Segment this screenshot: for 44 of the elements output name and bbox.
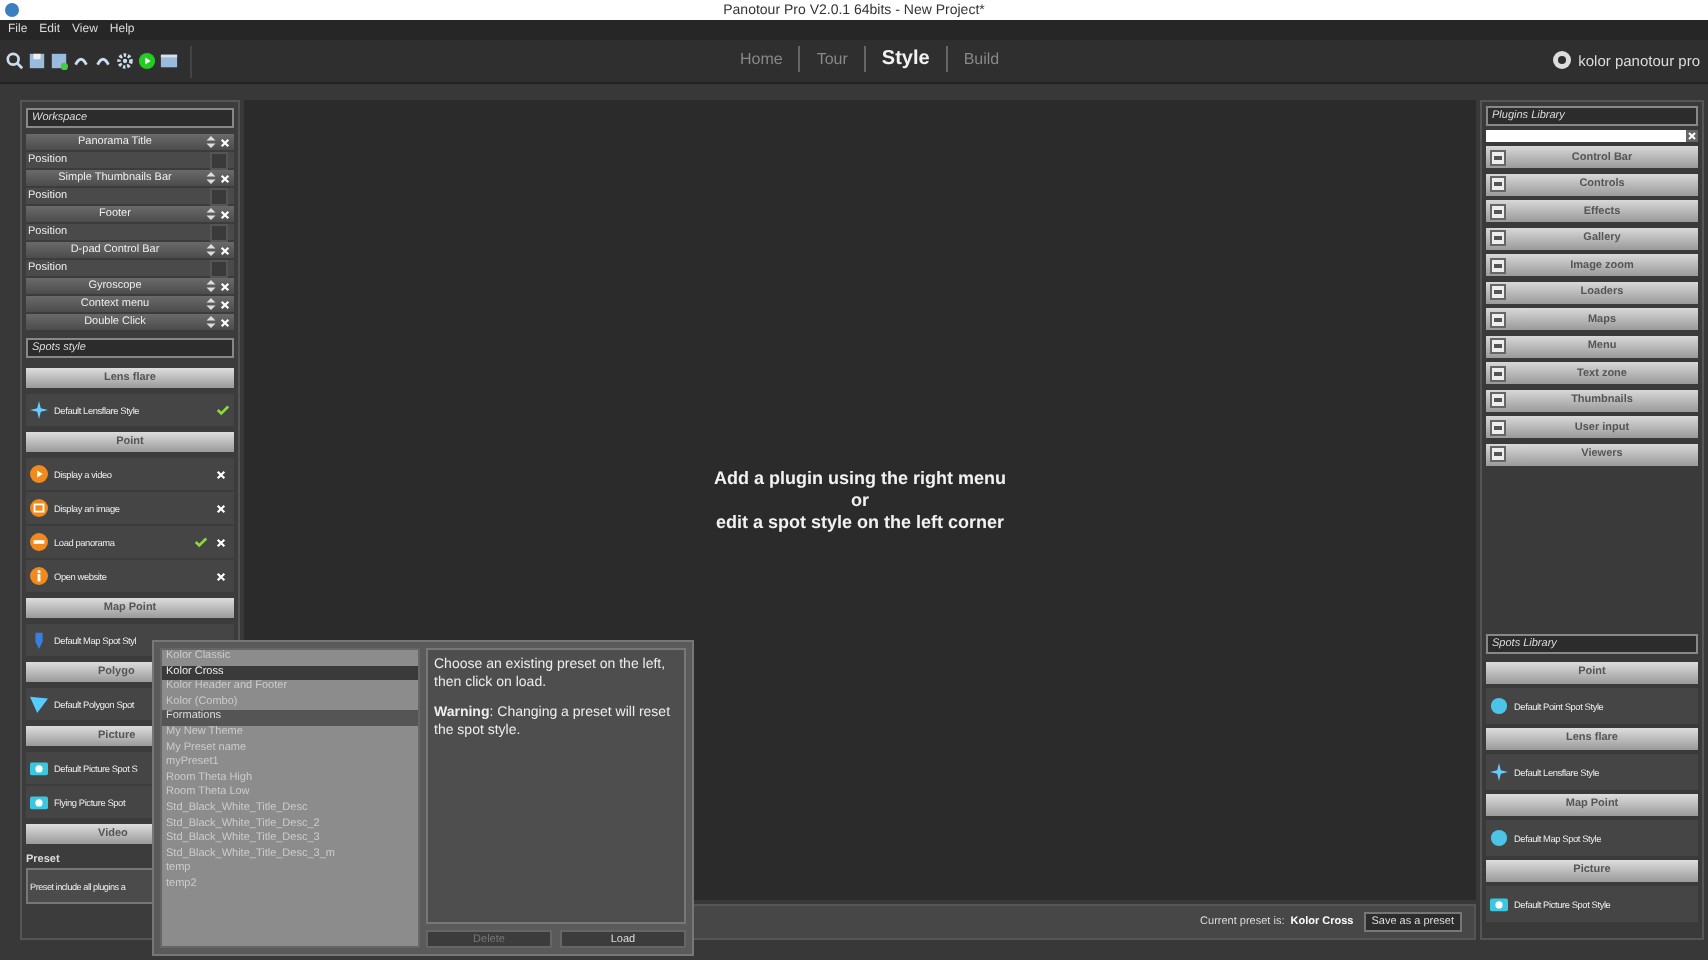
clear-icon	[1686, 130, 1698, 142]
canvas-message: Add a plugin using the right menu or edit a spot style on the left corner	[714, 467, 1006, 533]
undo-icon[interactable]	[72, 52, 90, 70]
move-arrows-icon	[206, 316, 216, 328]
video-icon	[30, 464, 48, 484]
polygon-icon	[30, 694, 48, 714]
save-icon[interactable]	[28, 52, 46, 70]
move-arrows-icon	[206, 298, 216, 310]
camera-icon	[30, 792, 48, 812]
close-icon	[220, 173, 230, 183]
close-icon	[220, 281, 230, 291]
sparkle-icon	[30, 400, 48, 420]
info-icon	[30, 566, 48, 586]
close-icon	[220, 137, 230, 147]
panorama-icon	[30, 532, 48, 552]
app-icon	[4, 2, 20, 18]
move-arrows-icon	[206, 136, 216, 148]
close-icon	[220, 299, 230, 309]
move-arrows-icon	[206, 172, 216, 184]
play-icon[interactable]	[138, 52, 156, 70]
ball-icon	[1490, 828, 1508, 848]
search-field[interactable]	[1486, 130, 1698, 142]
sparkle-icon	[1490, 762, 1508, 782]
tab[interactable]: Style	[863, 46, 946, 72]
close-icon	[220, 209, 230, 219]
redo-icon[interactable]	[94, 52, 112, 70]
move-arrows-icon	[206, 280, 216, 292]
camera-icon	[30, 758, 48, 778]
tab[interactable]: Build	[945, 46, 1016, 72]
settings-icon[interactable]	[116, 52, 134, 70]
image-icon	[30, 498, 48, 518]
tab[interactable]: Tour	[798, 46, 864, 72]
move-arrows-icon	[206, 208, 216, 220]
move-arrows-icon	[206, 244, 216, 256]
close-icon	[220, 245, 230, 255]
pin-icon	[30, 630, 48, 650]
save-as-icon[interactable]	[50, 52, 68, 70]
search-icon[interactable]	[6, 52, 24, 70]
tab[interactable]: Home	[724, 46, 799, 72]
logo-icon	[1552, 50, 1573, 70]
window-icon[interactable]	[160, 52, 178, 70]
close-icon	[220, 317, 230, 327]
camera-icon	[1490, 894, 1508, 914]
ball-icon	[1490, 696, 1508, 716]
